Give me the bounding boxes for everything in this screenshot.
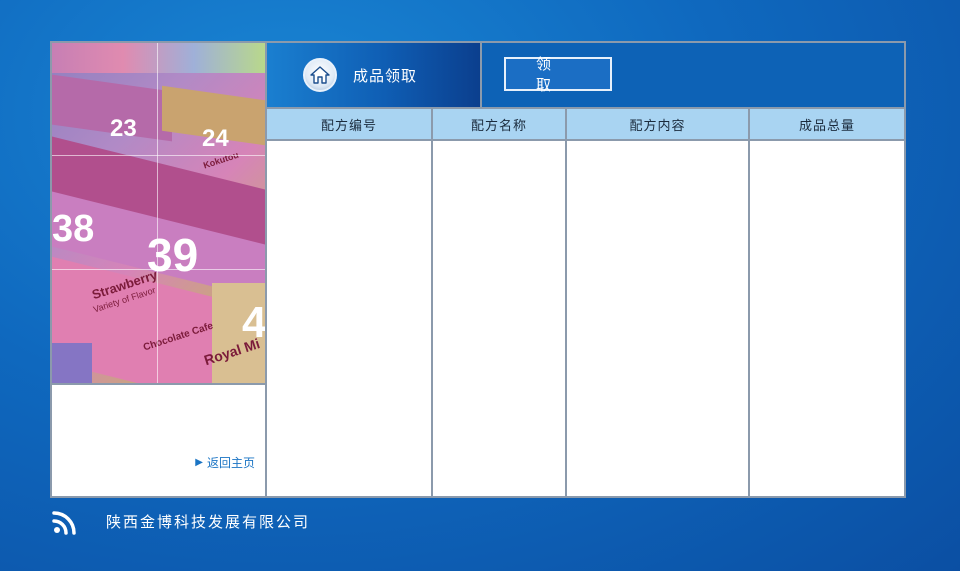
left-panel: 23 24 38 39 4 Kokutou Strawberry Variety… (52, 43, 267, 496)
back-home-link[interactable]: ▶ 返回主页 (195, 454, 255, 471)
play-arrow-icon: ▶ (195, 457, 203, 468)
photo-divider (157, 43, 158, 383)
table-body (267, 141, 904, 496)
table-column (433, 141, 567, 496)
title-area: 成品领取 (267, 43, 482, 107)
column-header-recipe-name: 配方名称 (433, 109, 567, 139)
home-icon[interactable] (303, 58, 337, 92)
page-title: 成品领取 (353, 66, 418, 85)
wifi-logo-icon (52, 511, 76, 535)
photo-divider (52, 155, 265, 156)
photo-number: 38 (52, 208, 95, 250)
photo-divider (52, 269, 265, 270)
column-header-total-quantity: 成品总量 (750, 109, 904, 139)
recipe-table: 配方编号 配方名称 配方内容 成品总量 (267, 109, 904, 496)
company-name: 陕西金博科技发展有限公司 (106, 512, 311, 531)
header-bar: 成品领取 领 取 (267, 43, 904, 109)
table-column (267, 141, 433, 496)
photo-box-row (52, 43, 265, 73)
column-header-recipe-id: 配方编号 (267, 109, 433, 139)
table-column (567, 141, 750, 496)
photo-box (52, 343, 92, 383)
main-frame: 23 24 38 39 4 Kokutou Strawberry Variety… (50, 41, 906, 498)
table-column (750, 141, 904, 496)
photo-number: 23 (110, 115, 137, 142)
claim-button[interactable]: 领 取 (504, 55, 612, 94)
photo-number: 24 (202, 125, 229, 152)
footer: 陕西金博科技发展有限公司 (52, 506, 310, 536)
back-home-label: 返回主页 (206, 456, 255, 470)
table-header: 配方编号 配方名称 配方内容 成品总量 (267, 109, 904, 141)
product-photo: 23 24 38 39 4 Kokutou Strawberry Variety… (52, 43, 265, 385)
column-header-recipe-content: 配方内容 (567, 109, 750, 139)
